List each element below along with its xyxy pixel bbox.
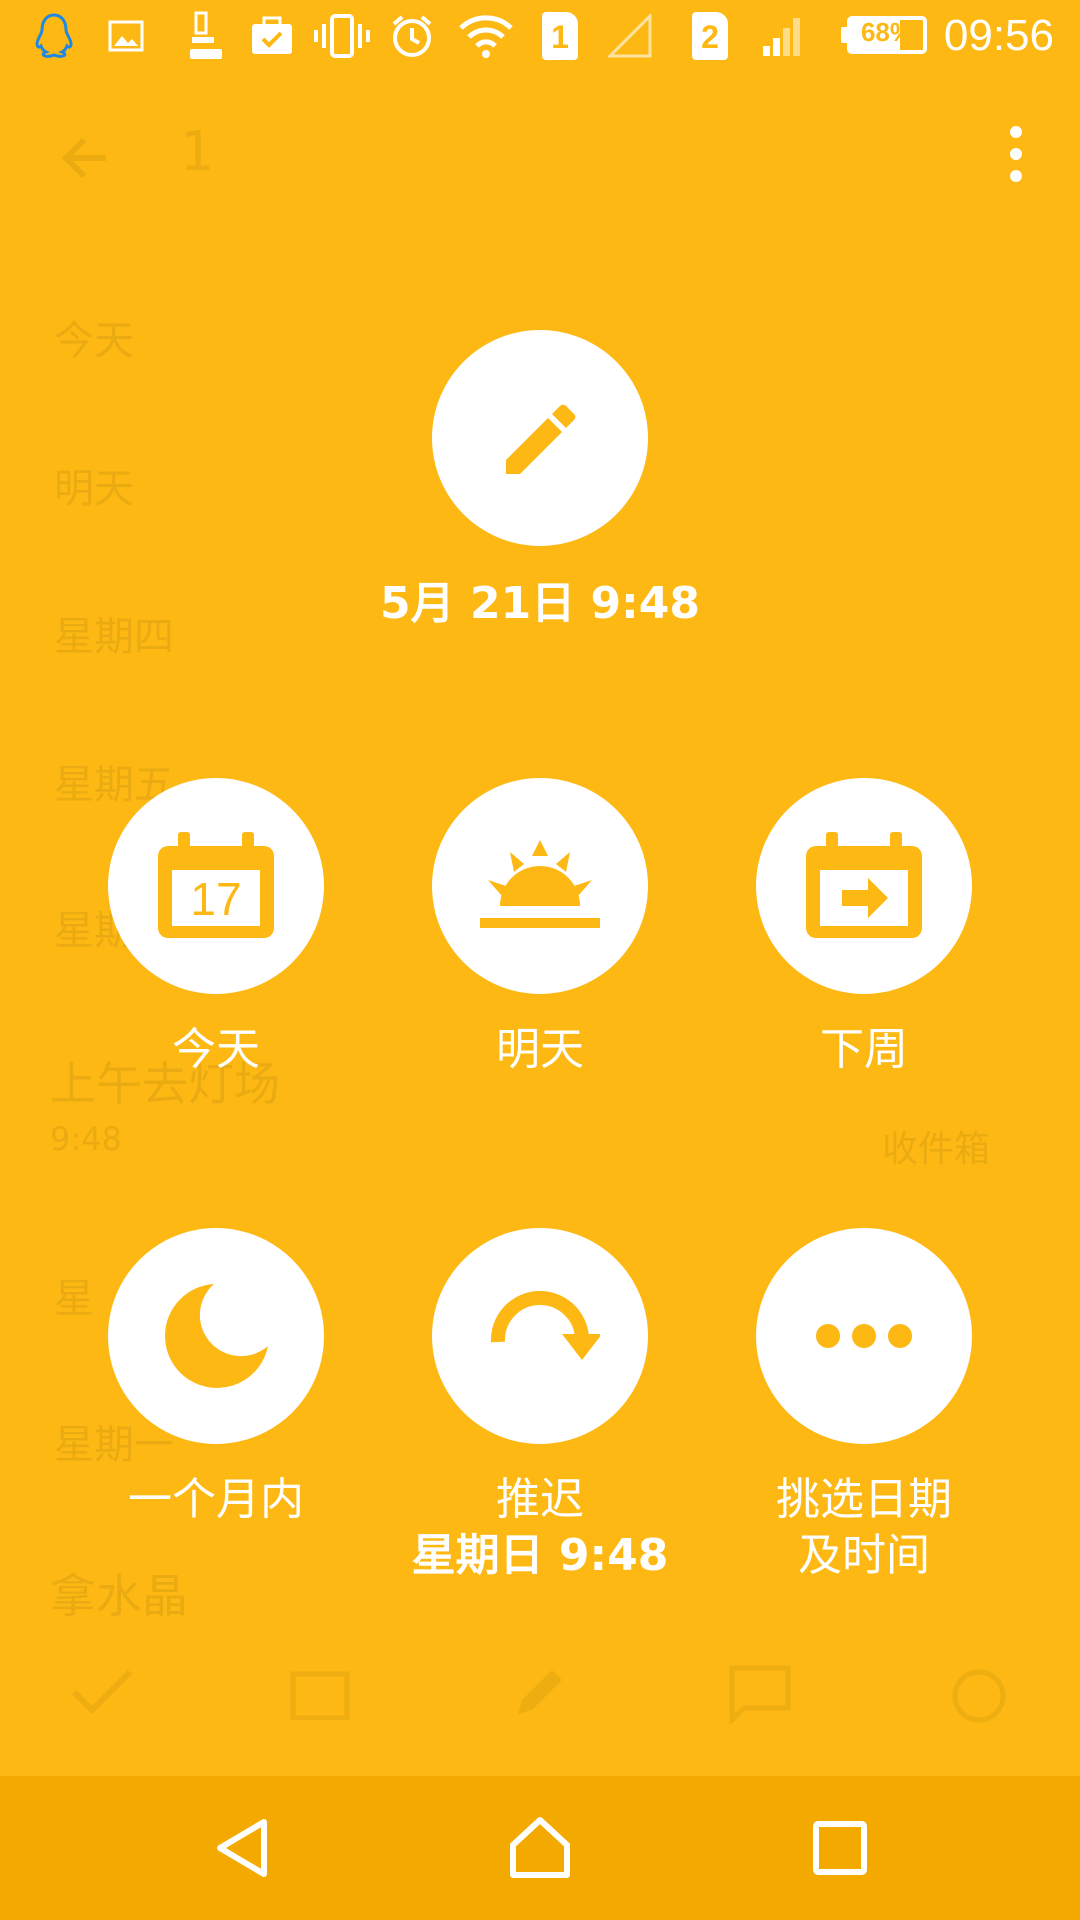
page-title: 1 (180, 120, 215, 183)
status-time: 09:56 (943, 11, 1054, 60)
list-item: 拿水晶 (50, 1569, 188, 1623)
pick-date-button[interactable] (756, 1228, 972, 1444)
list-item: 收件箱 (882, 1129, 991, 1170)
today-button[interactable]: 17 (108, 778, 324, 994)
postpone-label: 推迟 (496, 1474, 584, 1525)
redo-arrow-icon (490, 1290, 600, 1360)
list-item: 今天 (54, 318, 134, 364)
more-dots-icon (816, 1324, 912, 1348)
briefcase-check-icon (248, 10, 296, 62)
within-month-label: 一个月内 (128, 1474, 304, 1525)
list-item: 星 (54, 1276, 94, 1322)
calendar-icon (290, 1668, 350, 1724)
comment-icon (728, 1664, 792, 1728)
signal-empty-icon (606, 10, 654, 62)
status-bar: 1 2 68% 09:56 (0, 0, 1080, 72)
list-item: 星期四 (54, 614, 174, 660)
back-arrow-icon[interactable] (56, 128, 116, 188)
moon-icon (164, 1284, 268, 1388)
signal-icon (758, 10, 808, 62)
vibrate-icon (314, 10, 370, 62)
list-item: 9:48 (50, 1120, 122, 1158)
within-month-button[interactable] (108, 1228, 324, 1444)
current-date-label: 5月 21日 9:48 (380, 578, 700, 629)
recents-icon[interactable] (788, 1796, 892, 1900)
postpone-button[interactable] (432, 1228, 648, 1444)
home-icon[interactable] (488, 1796, 592, 1900)
pencil-icon (506, 404, 576, 474)
navigation-bar (0, 1776, 1080, 1920)
edit-date-button[interactable] (432, 330, 648, 546)
image-icon (106, 10, 146, 62)
sim2-icon: 2 (692, 12, 728, 60)
wifi-icon (456, 10, 516, 62)
alarm-icon (388, 10, 436, 62)
overflow-menu-icon[interactable] (996, 126, 1036, 186)
check-icon (70, 1664, 134, 1724)
postpone-date-label: 星期日 9:48 (411, 1530, 669, 1581)
battery-icon: 68% (847, 16, 927, 54)
sunrise-icon (480, 840, 600, 928)
tomorrow-label: 明天 (496, 1024, 584, 1075)
back-icon[interactable] (190, 1796, 294, 1900)
calendar-day-number: 17 (190, 873, 242, 925)
next-week-button[interactable] (756, 778, 972, 994)
battery-percent: 68% (860, 17, 914, 47)
qq-icon (30, 10, 78, 62)
sim1-icon: 1 (542, 12, 578, 60)
calendar-17-icon: 17 (154, 830, 278, 942)
calendar-arrow-icon (806, 832, 922, 938)
edit-icon (512, 1664, 568, 1724)
list-item: 明天 (54, 466, 134, 512)
data-speed-icon (184, 10, 228, 62)
pick-date-label: 挑选日期 (776, 1474, 952, 1525)
today-label: 今天 (172, 1024, 260, 1075)
pick-date-sublabel: 及时间 (798, 1530, 930, 1581)
reminder-icon (948, 1662, 1010, 1728)
next-week-label: 下周 (820, 1024, 908, 1075)
tomorrow-button[interactable] (432, 778, 648, 994)
